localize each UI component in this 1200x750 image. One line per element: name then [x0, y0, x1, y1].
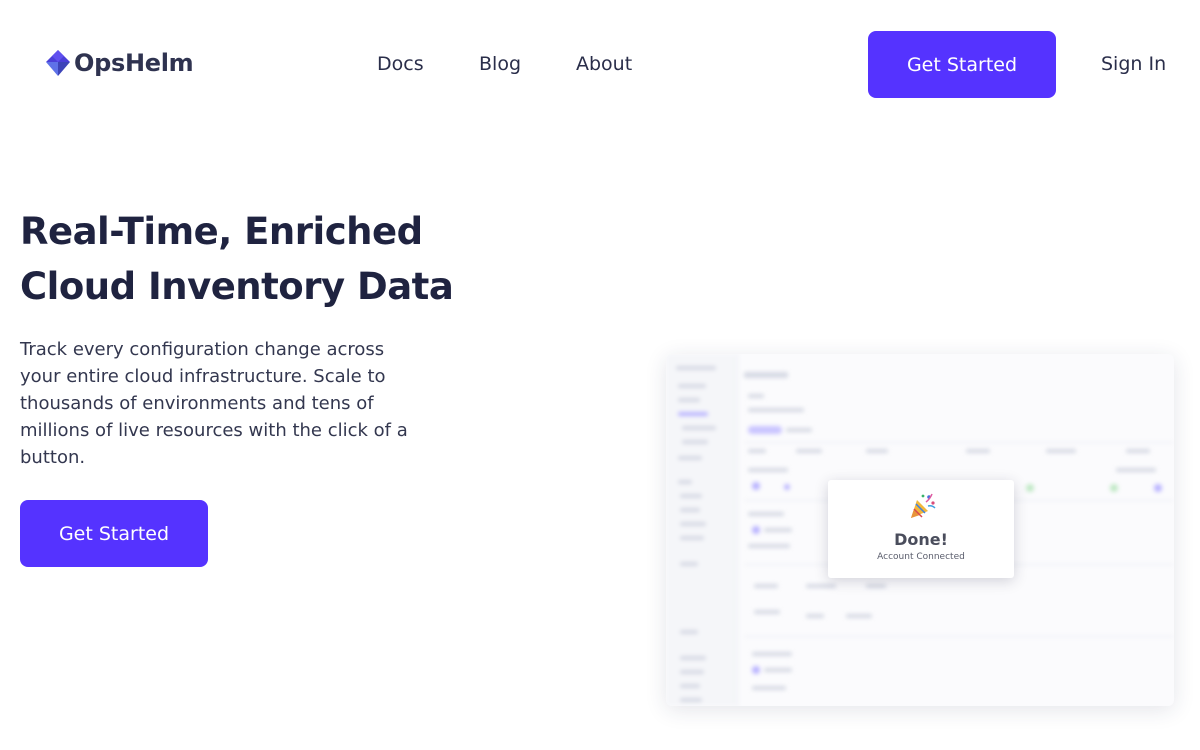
hero-title: Real-Time, Enriched Cloud Inventory Data: [20, 204, 460, 314]
hero-subtitle: Track every configuration change across …: [20, 339, 408, 468]
modal-subtitle: Account Connected: [877, 552, 965, 562]
header-get-started-button[interactable]: Get Started: [868, 31, 1056, 98]
modal-title: Done!: [894, 530, 948, 549]
logo-text: OpsHelm: [74, 49, 194, 77]
nav-about-link[interactable]: About: [576, 53, 632, 75]
preview-sidebar: [666, 354, 738, 706]
sign-in-link[interactable]: Sign In: [1101, 53, 1166, 75]
party-popper-icon: [911, 493, 936, 518]
nav-blog-link[interactable]: Blog: [479, 53, 521, 75]
hero-get-started-button[interactable]: Get Started: [20, 500, 208, 567]
nav-docs-link[interactable]: Docs: [377, 53, 424, 75]
hero-title-line-2: Cloud Inventory Data: [20, 265, 454, 308]
hero-title-line-1: Real-Time, Enriched: [20, 210, 423, 253]
logo-link[interactable]: OpsHelm: [44, 48, 194, 78]
account-connected-modal: Done! Account Connected: [828, 480, 1014, 578]
opshelm-logo-icon: [46, 50, 70, 76]
site-header: OpsHelm Docs Blog About Get Started Sign…: [0, 0, 1200, 128]
